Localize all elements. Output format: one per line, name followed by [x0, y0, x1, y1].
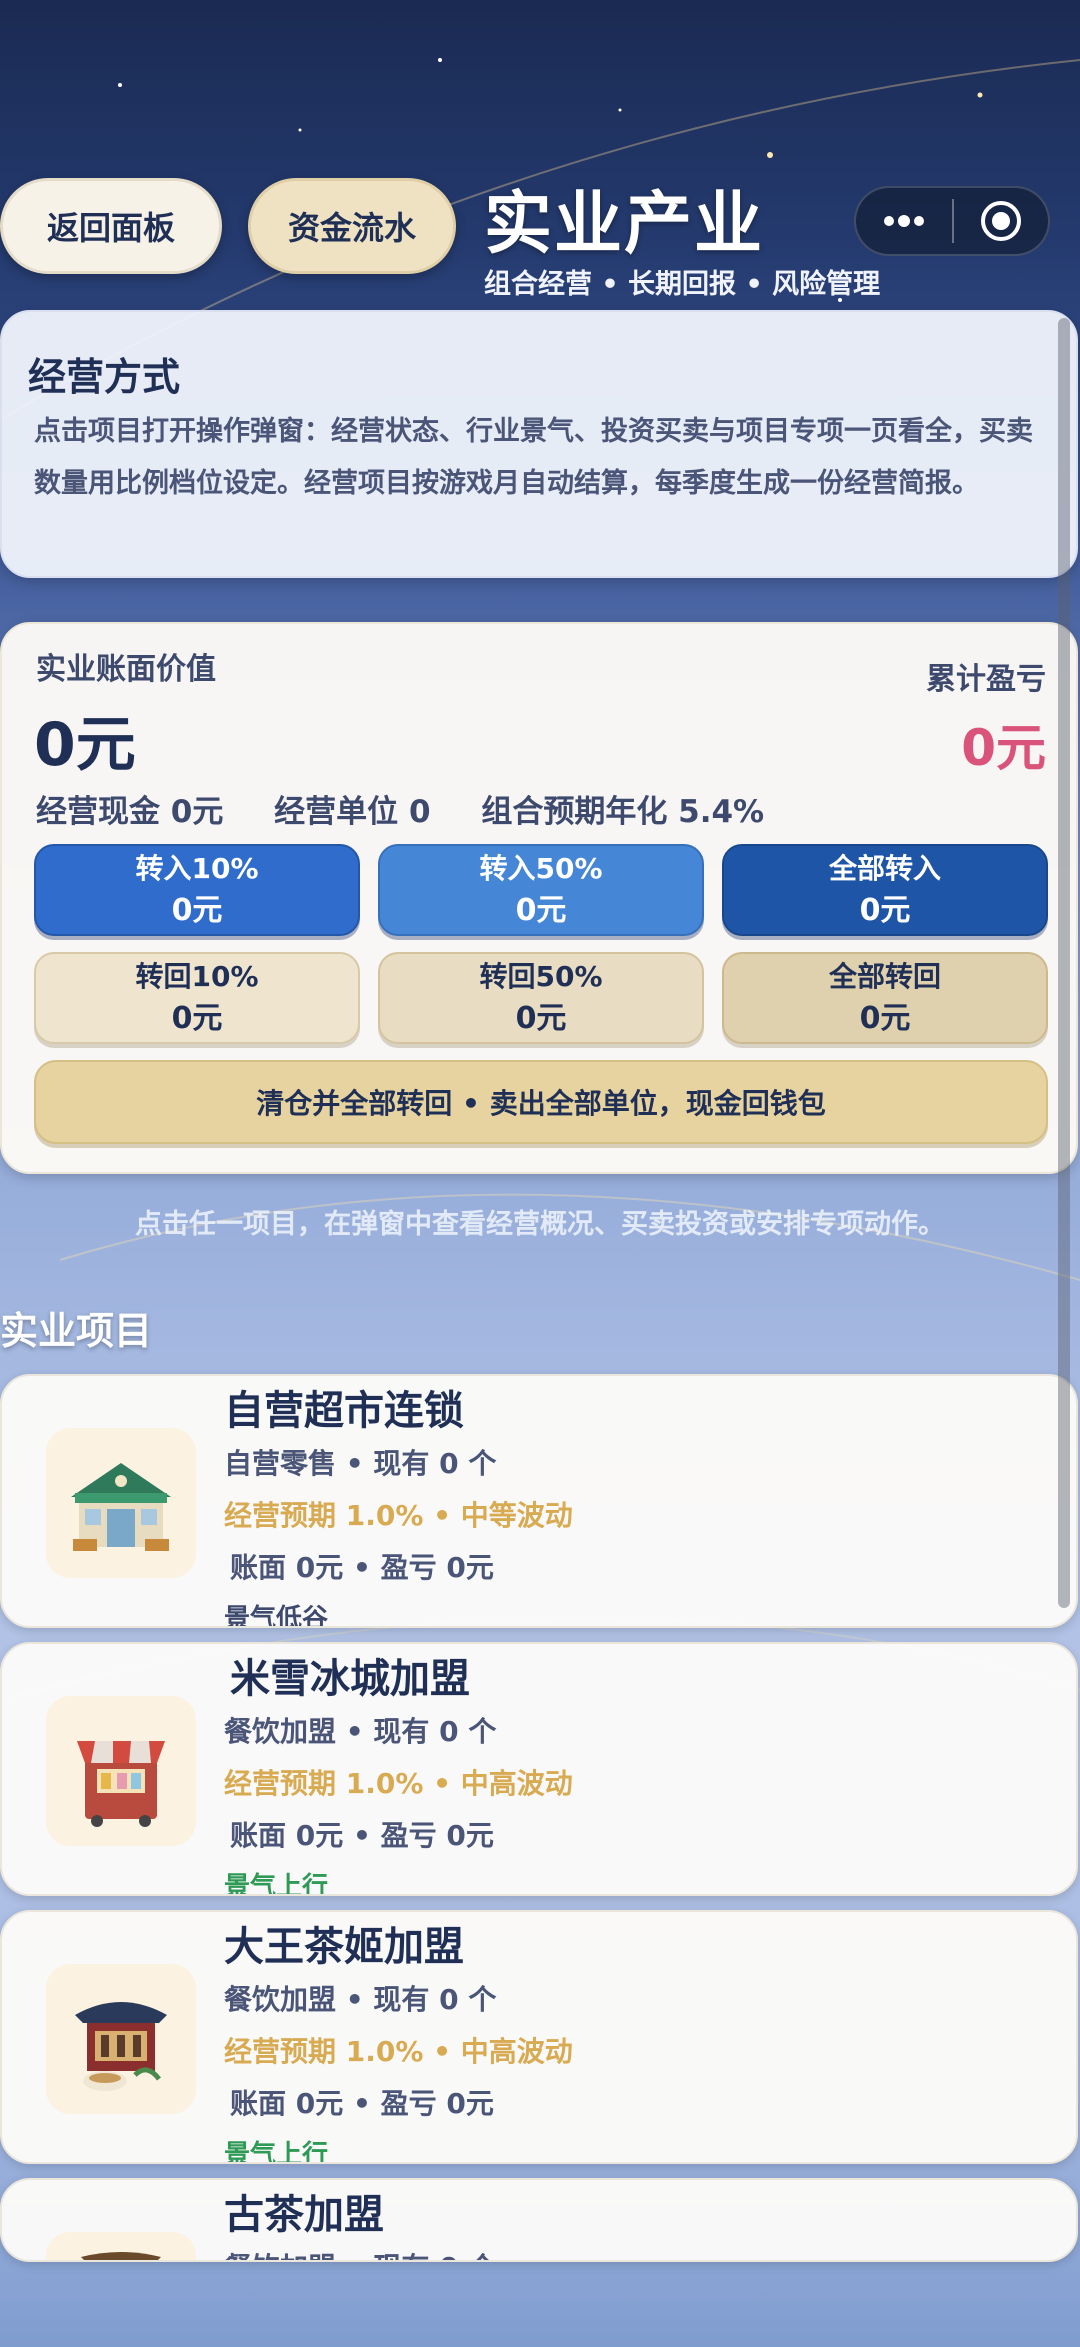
transfer-out-all-label: 全部转回: [828, 960, 941, 993]
ice-cream-shop-icon: [46, 1696, 196, 1846]
operation-mode-card: 经营方式 点击项目打开操作弹窗：经营状态、行业景气、投资买卖与项目专项一页看全，…: [0, 310, 1078, 578]
transfer-out-50-amount: 0元: [515, 1001, 567, 1036]
project-expected-volatility: 经营预期 1.0% • 中等波动: [224, 1499, 573, 1532]
project-book-pl: 账面 0元 • 盈亏 0元: [230, 1819, 494, 1852]
project-name: 米雪冰城加盟: [230, 1656, 470, 1702]
transfer-out-all-amount: 0元: [859, 1001, 911, 1036]
project-card-supermarket[interactable]: 自营超市连锁 自营零售 • 现有 0 个 经营预期 1.0% • 中等波动 账面…: [0, 1374, 1078, 1628]
transfer-out-all-button[interactable]: 全部转回 0元: [722, 952, 1048, 1044]
operation-mode-title: 经营方式: [28, 355, 181, 399]
page-subtitle: 组合经营 • 长期回报 • 风险管理: [484, 269, 881, 300]
miniprogram-capsule: [854, 186, 1050, 256]
transfer-in-all-button[interactable]: 全部转入 0元: [722, 844, 1048, 936]
more-options-icon[interactable]: [856, 188, 952, 254]
project-trend: 景气上行: [224, 2140, 329, 2164]
liquidate-all-button[interactable]: 清仓并全部转回 • 卖出全部单位，现金回钱包: [34, 1060, 1048, 1144]
project-card-tea-house[interactable]: 古茶加盟 餐饮加盟 • 现有 0 个: [0, 2178, 1078, 2262]
close-miniprogram-icon[interactable]: [954, 188, 1048, 254]
cash-flow-button[interactable]: 资金流水: [248, 178, 456, 274]
operation-mode-description: 点击项目打开操作弹窗：经营状态、行业景气、投资买卖与项目专项一页看全，买卖数量用…: [34, 416, 1033, 499]
project-card-ice-cream[interactable]: 米雪冰城加盟 餐饮加盟 • 现有 0 个 经营预期 1.0% • 中高波动 账面…: [0, 1642, 1078, 1896]
project-hint: 点击任一项目，在弹窗中查看经营概况、买卖投资或安排专项动作。: [135, 1209, 945, 1240]
book-value-card: 实业账面价值 0元 累计盈亏 0元 经营现金 0元 经营单位 0 组合预期年化 …: [0, 622, 1078, 1174]
project-expected-volatility: 经营预期 1.0% • 中高波动: [224, 2035, 573, 2068]
transfer-in-10-label: 转入10%: [135, 852, 259, 885]
expected-annual-return: 组合预期年化 5.4%: [481, 794, 765, 830]
transfer-out-50-button[interactable]: 转回50% 0元: [378, 952, 704, 1044]
project-type-count: 自营零售 • 现有 0 个: [224, 1447, 497, 1480]
scrollbar[interactable]: [1058, 318, 1070, 1608]
project-book-pl: 账面 0元 • 盈亏 0元: [230, 2087, 494, 2120]
project-card-tea-shop[interactable]: 大王茶姬加盟 餐饮加盟 • 现有 0 个 经营预期 1.0% • 中高波动 账面…: [0, 1910, 1078, 2164]
transfer-in-50-label: 转入50%: [479, 852, 603, 885]
project-name: 自营超市连锁: [224, 1388, 464, 1434]
book-value-amount: 0元: [34, 710, 136, 780]
cumulative-pl-amount: 0元: [961, 719, 1046, 777]
book-value-label: 实业账面价值: [36, 652, 216, 687]
tea-house-icon: [46, 2232, 196, 2260]
project-name: 大王茶姬加盟: [224, 1924, 464, 1970]
project-trend: 景气上行: [224, 1872, 329, 1896]
project-type-count: 餐饮加盟 • 现有 0 个: [224, 2246, 496, 2260]
tea-shop-icon: [46, 1964, 196, 2114]
cumulative-pl-label: 累计盈亏: [926, 662, 1046, 697]
page-title: 实业产业: [484, 185, 765, 264]
transfer-in-all-label: 全部转入: [828, 852, 941, 885]
transfer-in-10-amount: 0元: [171, 893, 223, 928]
transfer-in-50-amount: 0元: [515, 893, 567, 928]
projects-section-title: 实业项目: [0, 1309, 153, 1353]
back-to-panel-button[interactable]: 返回面板: [0, 178, 222, 274]
transfer-out-10-button[interactable]: 转回10% 0元: [34, 952, 360, 1044]
project-trend: 景气低谷: [224, 1604, 329, 1628]
project-book-pl: 账面 0元 • 盈亏 0元: [230, 1551, 494, 1584]
operating-cash: 经营现金 0元: [36, 794, 224, 830]
transfer-out-10-label: 转回10%: [135, 960, 259, 993]
project-name: 古茶加盟: [224, 2192, 384, 2238]
project-expected-volatility: 经营预期 1.0% • 中高波动: [224, 1767, 573, 1800]
project-type-count: 餐饮加盟 • 现有 0 个: [224, 1715, 497, 1748]
transfer-in-10-button[interactable]: 转入10% 0元: [34, 844, 360, 936]
transfer-out-10-amount: 0元: [171, 1001, 223, 1036]
transfer-in-50-button[interactable]: 转入50% 0元: [378, 844, 704, 936]
project-type-count: 餐饮加盟 • 现有 0 个: [224, 1983, 497, 2016]
transfer-in-all-amount: 0元: [859, 893, 911, 928]
operating-units: 经营单位 0: [274, 794, 431, 830]
supermarket-icon: [46, 1428, 196, 1578]
portfolio-stats: 经营现金 0元 经营单位 0 组合预期年化 5.4%: [36, 786, 804, 831]
transfer-out-50-label: 转回50%: [479, 960, 603, 993]
